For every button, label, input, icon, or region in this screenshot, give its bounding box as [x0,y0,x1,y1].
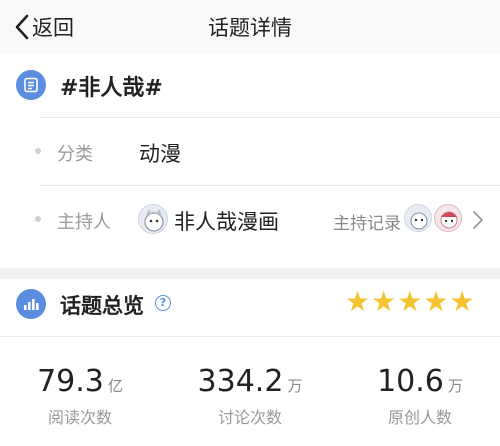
stat-unit: 亿 [107,377,123,395]
record-avatar[interactable] [434,204,462,232]
stat-label: 原创人数 [387,408,452,427]
star-icon: ★ [371,285,397,318]
stat-value: 10.6 [377,364,444,399]
topic-header: #非人哉# [0,56,500,116]
bullet-icon [35,216,41,222]
host-row[interactable]: 主持人 非人哉漫画 主持记录 [0,186,500,252]
host-label: 主持人 [57,212,111,233]
category-row: 分类 动漫 [0,118,500,184]
record-avatar[interactable] [404,204,432,232]
stat-discussions: 334.2 万 讨论次数 [180,364,320,428]
stat-label: 讨论次数 [217,408,282,427]
category-value: 动漫 [139,142,181,166]
star-icon: ★ [345,285,371,318]
star-icon: ★ [397,285,423,318]
bullet-icon [35,148,41,154]
host-avatar[interactable] [138,204,168,234]
overview-title: 话题总览 [60,294,144,318]
rating-stars: ★ ★ ★ ★ ★ [345,287,475,317]
host-name[interactable]: 非人哉漫画 [174,206,279,236]
host-record-label[interactable]: 主持记录 [333,209,401,234]
navigation-bar: 返回 话题详情 [0,0,500,54]
chevron-right-icon[interactable] [472,210,484,230]
stat-value: 334.2 [197,364,284,399]
document-icon [16,70,46,100]
star-icon: ★ [423,285,449,318]
stat-unit: 万 [447,377,463,395]
stat-unit: 万 [287,377,303,395]
section-separator [0,268,500,279]
stat-originals: 10.6 万 原创人数 [350,364,490,428]
divider [0,336,500,337]
stat-label: 阅读次数 [47,408,112,427]
category-label: 分类 [57,144,93,165]
topic-name: #非人哉# [60,76,163,101]
star-icon: ★ [449,285,475,318]
page-title: 话题详情 [208,16,292,40]
stat-value: 79.3 [37,364,104,399]
stat-reads: 79.3 亿 阅读次数 [10,364,150,428]
bar-chart-icon [16,289,46,319]
question-icon[interactable]: ? [155,295,171,311]
